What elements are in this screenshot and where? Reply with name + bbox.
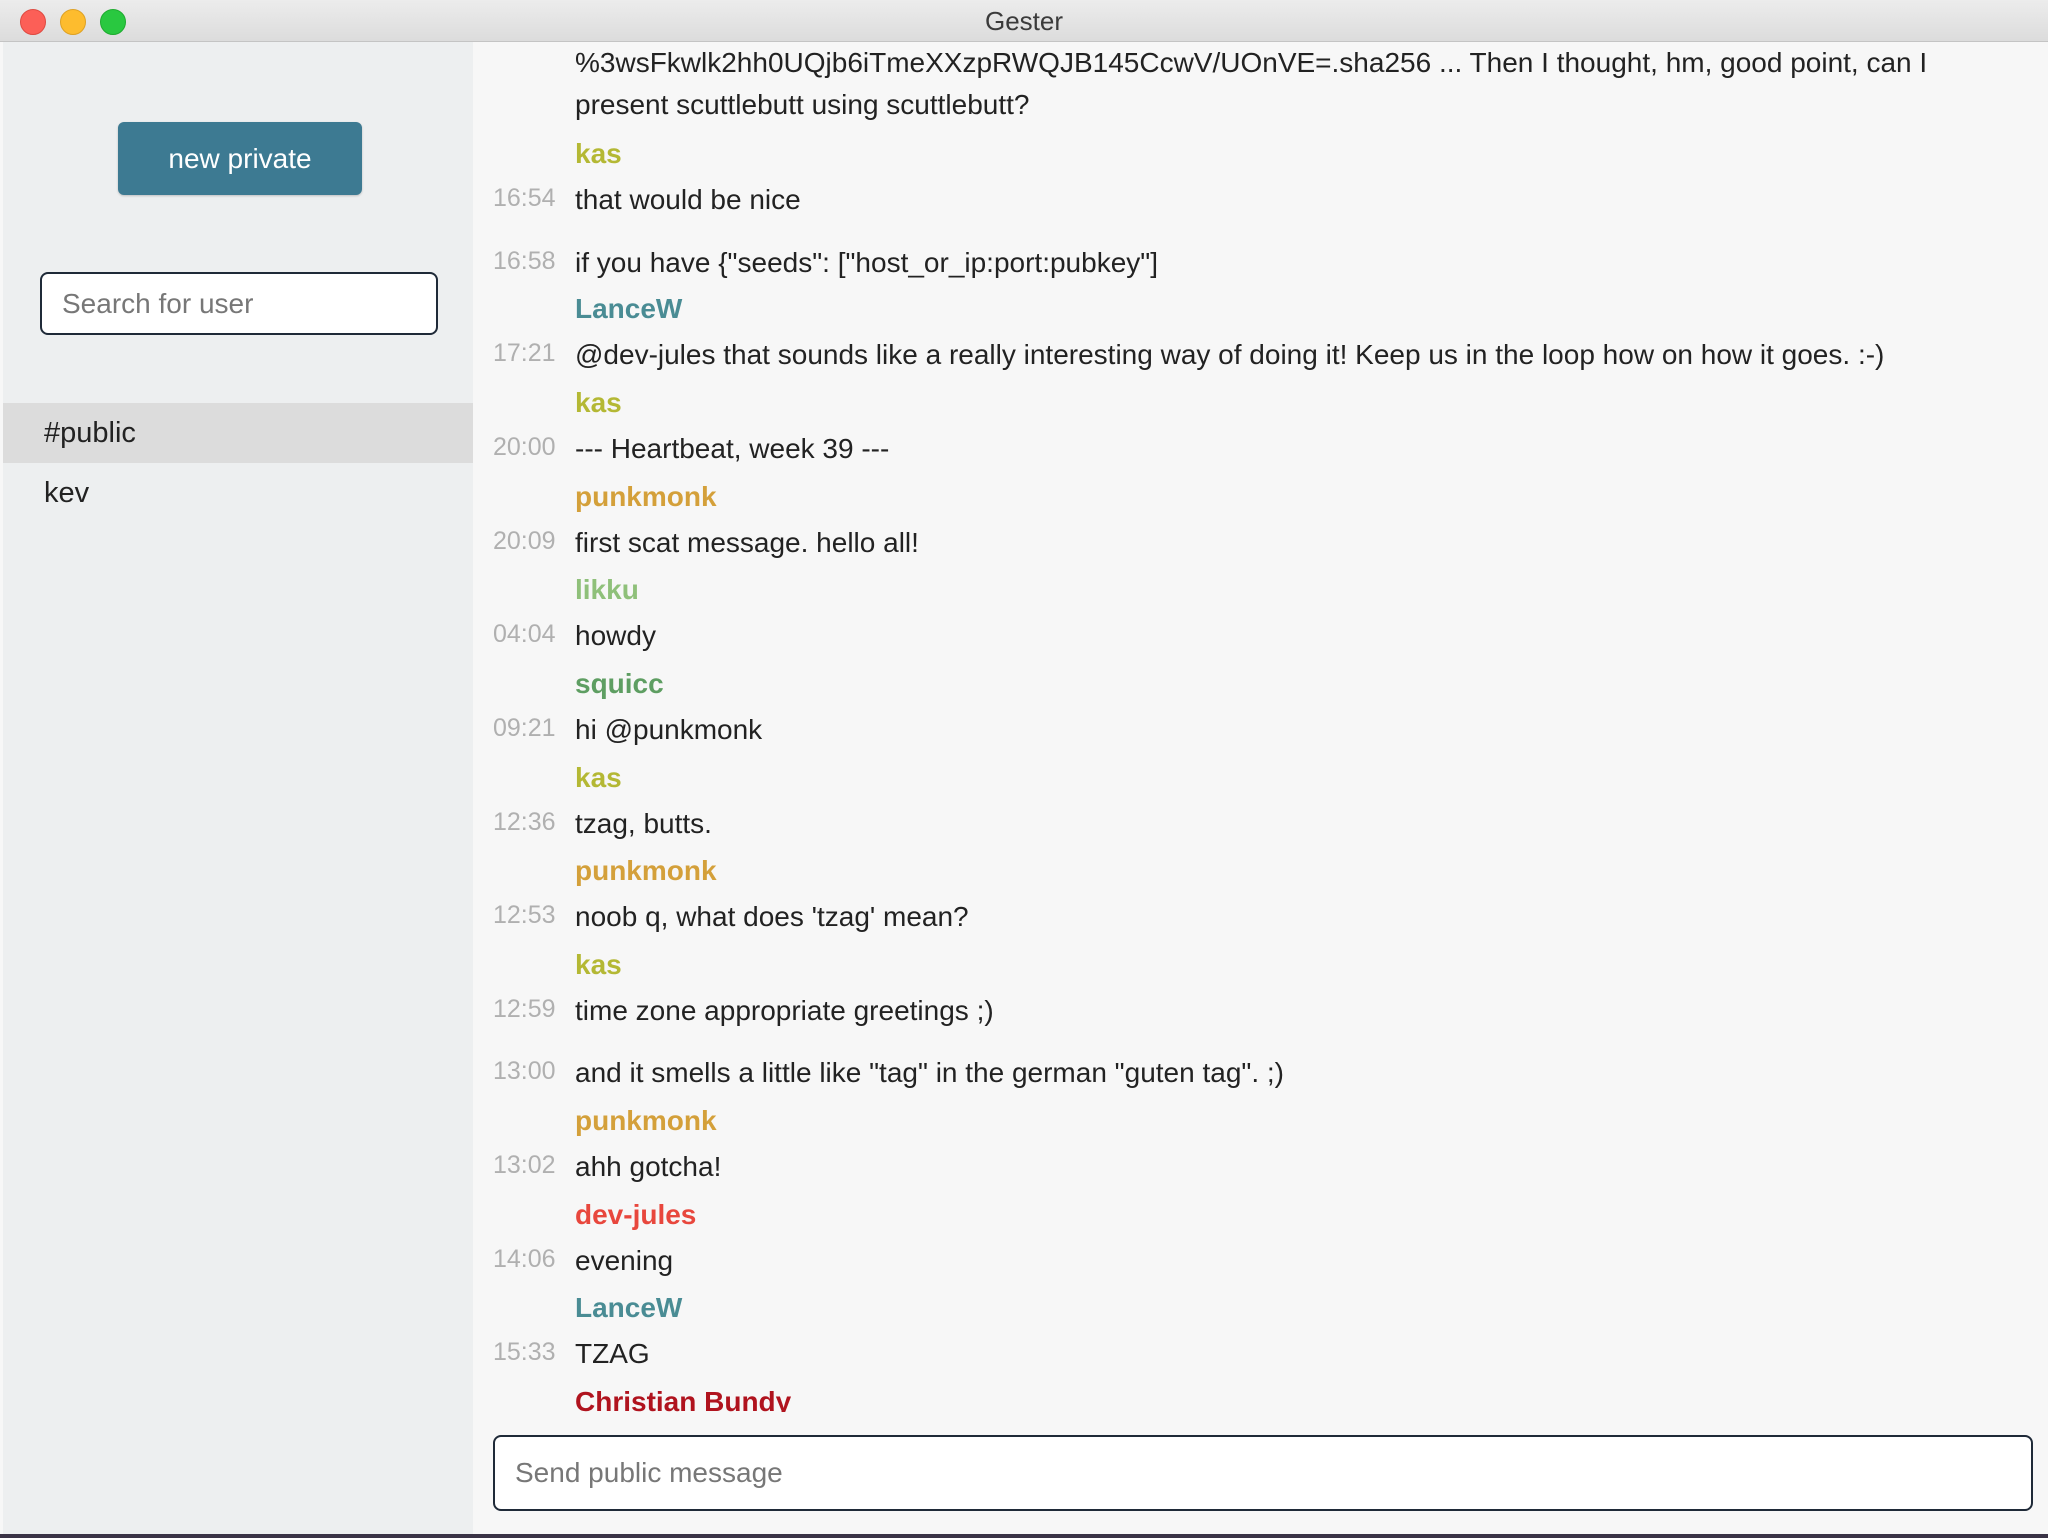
- channel-item-kev[interactable]: kev: [3, 463, 473, 523]
- message-timestamp: 16:58: [493, 247, 556, 275]
- message-author[interactable]: punkmonk: [575, 855, 717, 887]
- message-text: if you have {"seeds": ["host_or_ip:port:…: [575, 247, 1158, 278]
- message-author[interactable]: squicc: [575, 668, 664, 700]
- message-timestamp: 12:59: [493, 995, 556, 1023]
- chat-panel: %3wsFkwlk2hh0UQjb6iTmeXXzpRWQJB145CcwV/U…: [473, 42, 2048, 1534]
- message-text: ahh gotcha!: [575, 1151, 722, 1182]
- message-list[interactable]: %3wsFkwlk2hh0UQjb6iTmeXXzpRWQJB145CcwV/U…: [473, 42, 2048, 1412]
- message-timestamp: 09:21: [493, 714, 556, 742]
- message-author[interactable]: Christian Bundy: [575, 1386, 791, 1412]
- message-timestamp: 17:21: [493, 339, 556, 367]
- message-timestamp: 12:53: [493, 901, 556, 929]
- channel-list: #public kev: [3, 403, 473, 523]
- message-text: tzag, butts.: [575, 808, 712, 839]
- window-title: Gester: [984, 6, 1064, 36]
- message-text: howdy: [575, 620, 656, 651]
- message-timestamp: 16:54: [493, 184, 556, 212]
- channel-item-public[interactable]: #public: [3, 403, 473, 463]
- title-bar: Gester: [0, 0, 2048, 42]
- message-author[interactable]: dev-jules: [575, 1199, 696, 1231]
- message-composer-input[interactable]: [493, 1435, 2033, 1511]
- message-author[interactable]: kas: [575, 762, 622, 794]
- new-private-button[interactable]: new private: [118, 122, 362, 195]
- message-text: --- Heartbeat, week 39 ---: [575, 433, 890, 464]
- message-author[interactable]: kas: [575, 387, 622, 419]
- message-text: TZAG: [575, 1338, 650, 1369]
- message-text: noob q, what does 'tzag' mean?: [575, 901, 969, 932]
- app-window: Gester new private #public kev %3wsFkwlk…: [0, 0, 2048, 1534]
- message-text: first scat message. hello all!: [575, 527, 919, 558]
- message-timestamp: 20:00: [493, 433, 556, 461]
- message-text: hi @punkmonk: [575, 714, 763, 745]
- sidebar: new private #public kev: [3, 42, 473, 1534]
- message-timestamp: 12:36: [493, 808, 556, 836]
- message-author[interactable]: LanceW: [575, 1292, 682, 1324]
- message-author[interactable]: kas: [575, 138, 622, 170]
- message-timestamp: 13:02: [493, 1151, 556, 1179]
- message-author[interactable]: LanceW: [575, 293, 682, 325]
- message-author[interactable]: punkmonk: [575, 1105, 717, 1137]
- message-author[interactable]: likku: [575, 574, 639, 606]
- message-text: time zone appropriate greetings ;): [575, 995, 994, 1026]
- message-timestamp: 04:04: [493, 620, 556, 648]
- message-text: @dev-jules that sounds like a really int…: [575, 339, 1885, 370]
- message-author[interactable]: kas: [575, 949, 622, 981]
- message-text: %3wsFkwlk2hh0UQjb6iTmeXXzpRWQJB145CcwV/U…: [575, 47, 1928, 120]
- message-text: evening: [575, 1245, 674, 1276]
- message-timestamp: 13:00: [493, 1057, 556, 1085]
- message-text: that would be nice: [575, 184, 801, 215]
- message-timestamp: 20:09: [493, 527, 556, 555]
- message-author[interactable]: punkmonk: [575, 481, 717, 513]
- message-text: and it smells a little like "tag" in the…: [575, 1057, 1284, 1088]
- message-timestamp: 14:06: [493, 1245, 556, 1273]
- message-timestamp: 15:33: [493, 1338, 556, 1366]
- search-user-input[interactable]: [40, 272, 438, 335]
